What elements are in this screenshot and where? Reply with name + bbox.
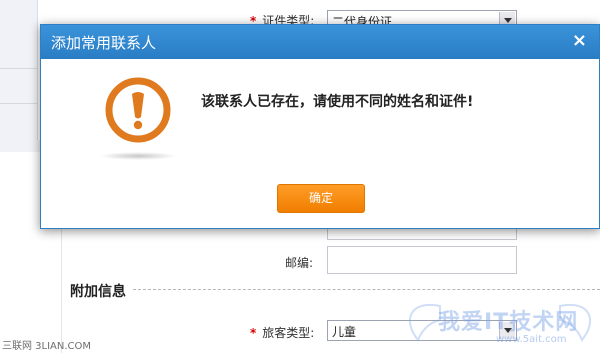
dialog-message: 该联系人已存在，请使用不同的姓名和证件!: [201, 94, 474, 110]
watermark-url: www.5ait.com: [496, 334, 567, 345]
exclamation-circle-icon: [105, 77, 171, 143]
dialog-header: 添加常用联系人 ×: [41, 25, 599, 59]
section-title: 附加信息: [70, 284, 126, 300]
left-nav-panel: [0, 0, 38, 150]
watermark-text: 我爱IT技术网: [438, 310, 579, 335]
postcode-input[interactable]: [327, 246, 517, 274]
site-watermark: 三联网 3LIAN.COM: [2, 341, 92, 352]
required-mark: *: [250, 326, 257, 340]
postcode-label: 邮编:: [285, 256, 314, 270]
add-contact-dialog: 添加常用联系人 × 该联系人已存在，请使用不同的姓名和证件! 确定: [40, 24, 600, 229]
passenger-type-label: 旅客类型:: [262, 326, 315, 340]
left-nav-divider: [0, 103, 38, 104]
passenger-type-row: * 旅客类型:: [250, 324, 314, 341]
dialog-title: 添加常用联系人: [51, 34, 157, 52]
left-nav-divider: [0, 68, 38, 69]
passenger-type-value: 儿童: [332, 325, 357, 339]
postcode-row: 邮编:: [285, 254, 313, 271]
ok-button[interactable]: 确定: [277, 184, 365, 213]
icon-shadow: [99, 152, 177, 160]
close-icon[interactable]: ×: [572, 30, 587, 51]
section-divider: [133, 289, 600, 290]
logo-watermark: 我爱IT技术网 www.5ait.com: [400, 300, 600, 353]
